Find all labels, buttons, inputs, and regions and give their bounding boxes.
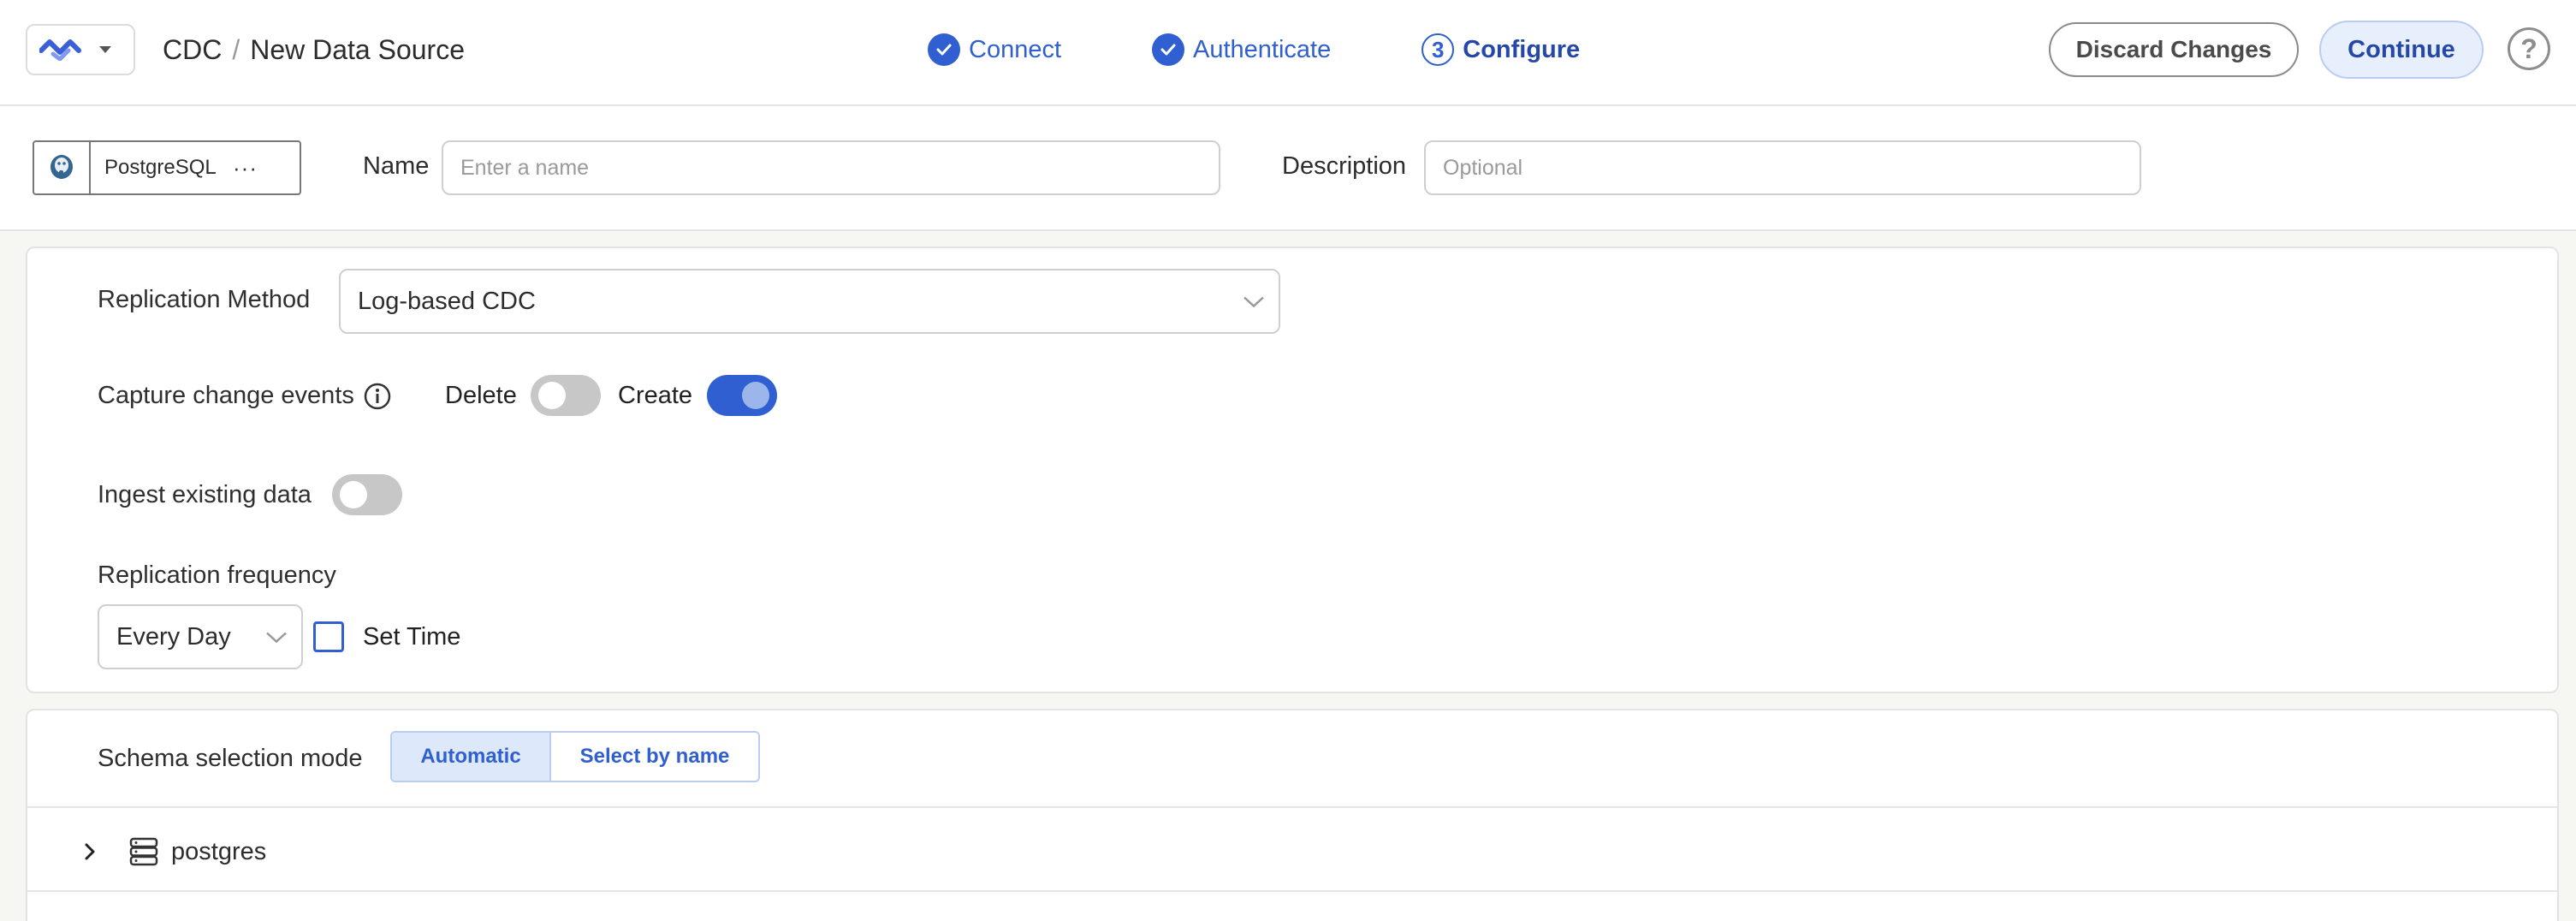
connector-name: PostgreSQL bbox=[104, 156, 217, 179]
mode-automatic-option[interactable]: Automatic bbox=[392, 733, 551, 781]
app-logo-icon bbox=[39, 35, 84, 65]
wizard-steps: Connect Authenticate 3 Configure bbox=[928, 29, 1580, 70]
source-details-bar: PostgreSQL ··· Name Description bbox=[0, 106, 2576, 231]
check-icon bbox=[928, 33, 960, 66]
database-icon bbox=[128, 837, 159, 866]
continue-button[interactable]: Continue bbox=[2319, 21, 2484, 79]
step-configure[interactable]: 3 Configure bbox=[1422, 33, 1580, 66]
step-label: Connect bbox=[969, 35, 1062, 63]
create-label: Create bbox=[618, 382, 693, 409]
check-icon bbox=[1152, 33, 1185, 66]
breadcrumb-separator: / bbox=[232, 33, 240, 65]
create-toggle[interactable] bbox=[707, 375, 777, 416]
chevron-down-icon bbox=[265, 623, 288, 651]
ingest-existing-toggle[interactable] bbox=[332, 474, 402, 515]
top-bar: CDC / New Data Source Connect Authentica… bbox=[0, 0, 2576, 106]
name-input[interactable] bbox=[442, 140, 1220, 195]
divider bbox=[27, 806, 2557, 808]
step-connect[interactable]: Connect bbox=[928, 33, 1061, 66]
replication-frequency-label: Replication frequency bbox=[98, 562, 336, 589]
set-time-label: Set Time bbox=[363, 623, 461, 651]
replication-method-value: Log-based CDC bbox=[358, 287, 536, 315]
database-name: postgres bbox=[171, 837, 267, 865]
chevron-right-icon[interactable] bbox=[82, 841, 116, 862]
breadcrumb: CDC / New Data Source bbox=[163, 29, 465, 70]
delete-label: Delete bbox=[445, 382, 517, 409]
delete-toggle[interactable] bbox=[531, 375, 601, 416]
chevron-down-icon bbox=[1243, 288, 1265, 316]
step-label: Configure bbox=[1463, 35, 1581, 63]
database-row[interactable]: postgres bbox=[82, 830, 266, 873]
help-icon[interactable]: ? bbox=[2508, 27, 2550, 70]
step-number: 3 bbox=[1422, 33, 1455, 66]
frequency-select[interactable]: Every Day bbox=[98, 604, 303, 669]
mode-select-by-name-option[interactable]: Select by name bbox=[551, 733, 758, 781]
replication-method-label: Replication Method bbox=[98, 286, 311, 313]
step-label: Authenticate bbox=[1193, 35, 1332, 63]
replication-settings-panel: Replication Method Log-based CDC Capture… bbox=[26, 247, 2559, 693]
more-options-icon[interactable]: ··· bbox=[233, 155, 258, 181]
frequency-value: Every Day bbox=[116, 622, 231, 651]
discard-changes-button[interactable]: Discard Changes bbox=[2049, 22, 2299, 77]
description-label: Description bbox=[1282, 152, 1407, 180]
breadcrumb-root[interactable]: CDC bbox=[163, 34, 222, 66]
workspace-switcher[interactable] bbox=[26, 24, 135, 75]
set-time-checkbox[interactable] bbox=[313, 621, 344, 652]
schema-selection-panel: Schema selection mode Automatic Select b… bbox=[26, 709, 2559, 921]
chevron-down-icon bbox=[99, 46, 111, 53]
postgresql-icon bbox=[34, 142, 91, 193]
schema-mode-toggle: Automatic Select by name bbox=[390, 731, 760, 782]
page-title: New Data Source bbox=[250, 33, 465, 65]
schema-mode-label: Schema selection mode bbox=[98, 745, 363, 772]
step-authenticate[interactable]: Authenticate bbox=[1152, 33, 1331, 66]
name-label: Name bbox=[363, 152, 430, 180]
replication-method-select[interactable]: Log-based CDC bbox=[339, 269, 1280, 334]
divider bbox=[27, 890, 2557, 892]
info-icon[interactable] bbox=[363, 382, 392, 415]
description-input[interactable] bbox=[1424, 140, 2141, 195]
connector-selector[interactable]: PostgreSQL ··· bbox=[33, 140, 301, 195]
capture-events-label: Capture change events bbox=[98, 382, 354, 409]
ingest-existing-label: Ingest existing data bbox=[98, 481, 312, 508]
